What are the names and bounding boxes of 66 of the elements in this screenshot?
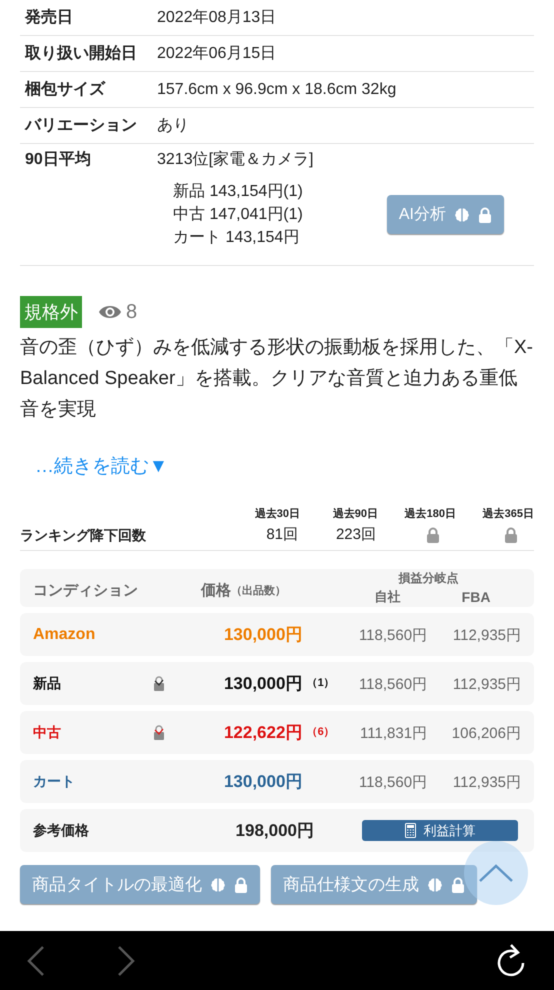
period-header: 過去365日 [482,506,534,522]
back-icon[interactable] [27,946,45,976]
ai-analysis-button[interactable]: AI分析 [386,195,504,234]
period-header: 過去180日 [404,506,456,522]
price-cell-text: 198,000円 [234,820,314,842]
brain-icon [210,876,226,892]
fba-cell-text: 112,935円 [452,626,521,646]
info-label: バリエーション [24,116,138,136]
self-cell-text: 118,560円 [358,674,428,695]
fba-cell-text: 112,935円 [452,772,521,793]
generate-button[interactable]: 商品タイトルの最適化 [20,865,260,904]
column-header: 損益分岐点 [398,570,458,587]
fba-cell-text: 106,206円 [450,724,521,744]
info-label: 発売日 [24,8,74,28]
condition-cell-text: 新品 [33,674,62,693]
condition-cell-text: 参考価格 [33,821,90,840]
info-value: あり [157,116,189,136]
info-value: 2022年06月15日 [157,44,276,64]
info-label: 梱包サイズ [24,80,106,100]
description: 音の歪（ひず）みを低減する形状の振動板を採用した、「X-Balanced Speaker」を搭載。クリアな音質と迫力ある重低音を実現 [20,336,534,422]
column-header: （出品数） [231,584,286,600]
condition-cell-text: カート [33,772,76,791]
chevron-up-icon [479,864,513,882]
info-value: 157.6cm x 96.9cm x 18.6cm 32kg [157,80,396,100]
info-label: 取り扱い開始日 [24,44,138,64]
calculator-icon [404,823,416,838]
count-cell-text: （6） [306,725,335,740]
scroll-top-button[interactable] [464,841,528,905]
count-cell-text: （1） [306,676,335,692]
info-value: 3213位[家電＆カメラ] [157,150,314,170]
price-cell-text: 130,000円 [222,672,302,695]
ranking-label: ランキング降下回数 [20,526,147,545]
reload-icon[interactable] [495,942,527,978]
bag-icon [152,724,165,740]
brain-icon [427,876,443,892]
drop-count: 81回 [266,524,298,545]
price-cell-text: 122,622円 [222,722,302,744]
self-cell-text: 118,560円 [358,772,428,793]
eye-icon [98,304,122,320]
condition-cell-text: 中古 [33,723,62,742]
condition-cell-text: Amazon [33,624,96,644]
info-value: 2022年08月13日 [157,8,276,28]
column-header: 自社 [374,588,401,606]
column-header: FBA [462,588,490,607]
view-count: 8 [126,300,138,325]
column-header: 価格 [201,581,231,602]
tag-label: 規格外 [20,296,82,328]
period-header: 過去30日 [254,506,300,522]
brain-icon [454,206,470,222]
profit-calc-button[interactable]: 利益計算 [362,820,518,841]
average-price: 新品 143,154円(1) [173,182,303,202]
price-cell-text: 130,000円 [222,770,302,793]
period-header: 過去90日 [332,506,378,522]
bag-icon [152,676,165,692]
read-more-link[interactable]: …続きを読む▼ [35,456,168,477]
generate-button[interactable]: 商品仕様文の生成 [271,865,477,904]
price-cell-text: 130,000円 [222,624,302,646]
self-cell-text: 111,831円 [359,724,428,744]
average-price: 中古 147,041円(1) [173,204,303,225]
forward-icon[interactable] [117,946,135,976]
average-price: カート 143,154円 [173,228,300,248]
column-header: コンディション [33,581,139,602]
self-cell-text: 118,560円 [358,626,428,646]
info-label: 90日平均 [24,150,92,170]
drop-count: 223回 [336,524,376,545]
fba-cell-text: 112,935円 [452,674,521,695]
